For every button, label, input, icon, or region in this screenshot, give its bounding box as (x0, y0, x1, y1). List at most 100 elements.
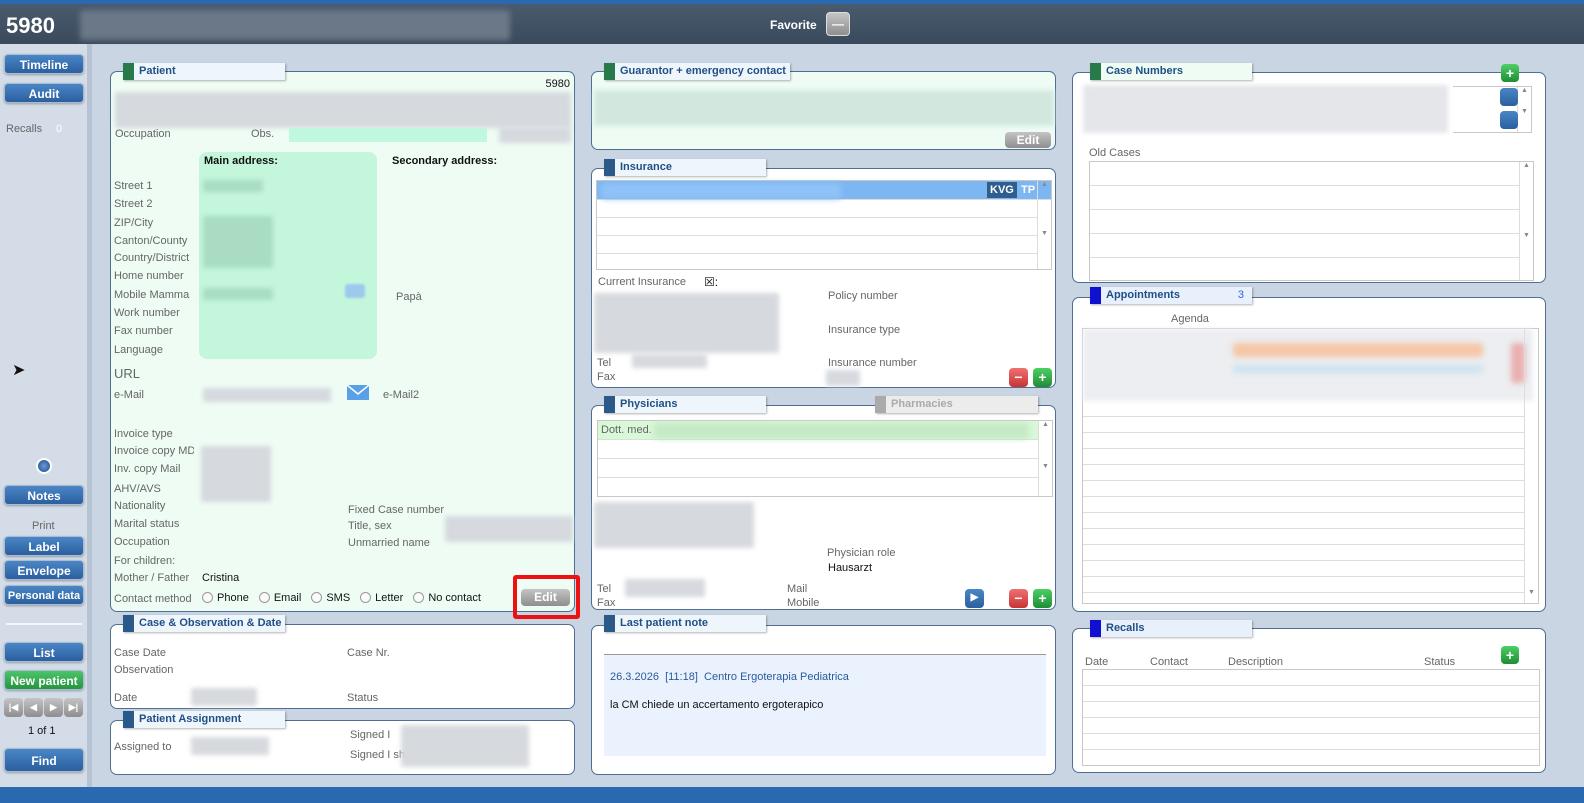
print-label: Print (32, 520, 55, 532)
unmarried-name-label: Unmarried name (348, 537, 430, 549)
recalls-list[interactable] (1082, 669, 1540, 766)
case-observation-panel: Case Date Observation Date Case Nr. Stat… (110, 624, 575, 709)
patient-edit-button[interactable]: Edit (521, 589, 570, 606)
find-button[interactable]: Find (4, 748, 84, 772)
add-physician-button[interactable]: + (1033, 589, 1052, 608)
field-label: Nationality (114, 500, 166, 512)
physicians-panel: Dott. med. ▲ ▼ Physician role Hausarzt Te… (591, 405, 1056, 610)
mail-envelope-icon[interactable] (347, 385, 369, 400)
contact-method-radios: Phone Email SMS Letter No contact (202, 592, 481, 604)
pharmacies-tab[interactable]: Pharmacies (875, 396, 1038, 413)
title-sex-blurred (445, 516, 573, 542)
audit-button[interactable]: Audit (4, 83, 84, 103)
occupation-label: Occupation (115, 128, 171, 140)
timeline-button[interactable]: Timeline (4, 54, 84, 74)
email-value-blurred (203, 388, 331, 402)
policy-number-label: Policy number (828, 290, 898, 302)
physician-role-label: Physician role (827, 547, 896, 559)
envelope-button[interactable]: Envelope (4, 560, 84, 580)
remove-insurance-button[interactable]: − (1009, 368, 1028, 387)
first-record-button[interactable]: |◀ (4, 698, 23, 717)
case-nr-label: Case Nr. (347, 647, 390, 659)
patient-panel-title: Patient (123, 63, 285, 80)
case-numbers-title: Case Numbers (1090, 63, 1252, 80)
case-numbers-panel: ▲ ▼ Old Cases ▲ ▼ (1072, 72, 1546, 283)
mother-father-label: Mother / Father (114, 572, 190, 584)
invoice-values-blurred (201, 446, 271, 502)
insurance-row-selected[interactable]: KVG TP (597, 181, 1051, 200)
prev-record-button[interactable]: ◀ (24, 698, 43, 717)
insurance-list[interactable]: KVG TP ▲ ▼ (596, 180, 1052, 270)
remove-physician-button[interactable]: − (1009, 589, 1028, 608)
appointments-panel: Agenda ▼ (1072, 297, 1546, 612)
field-label: Occupation (114, 536, 170, 548)
tel-label: Tel (597, 583, 612, 595)
notes-button[interactable]: Notes (4, 485, 84, 505)
add-case-button[interactable]: + (1501, 64, 1519, 82)
radio-no-contact[interactable]: No contact (413, 592, 481, 604)
column-date: Date (1085, 656, 1109, 668)
tel-blurred (632, 354, 707, 368)
old-cases-label: Old Cases (1089, 147, 1141, 159)
case-open-button[interactable] (1500, 111, 1518, 129)
assigned-to-label: Assigned to (114, 741, 172, 753)
main-address-box: Main address: (199, 152, 377, 359)
play-icon[interactable]: ▶ (965, 589, 984, 608)
obs-value-blurred (499, 127, 571, 143)
field-label: Invoice type (114, 428, 173, 440)
last-record-button[interactable]: ▶| (64, 698, 83, 717)
appointments-list[interactable]: ▼ (1082, 328, 1539, 604)
patient-assignment-title: Patient Assignment (123, 711, 285, 728)
field-label: Home number (114, 270, 184, 282)
radio-letter[interactable]: Letter (360, 592, 403, 604)
field-label: Fax number (114, 325, 173, 337)
case-open-button[interactable] (1500, 88, 1518, 106)
last-note-panel: 26.3.2026 [11:18] Centro Ergoterapia Ped… (591, 625, 1056, 775)
email2-label: e-Mail2 (383, 389, 420, 401)
guarantor-edit-button[interactable]: Edit (1005, 132, 1051, 148)
mother-father-value: Cristina (202, 572, 240, 584)
add-insurance-button[interactable]: + (1033, 368, 1052, 387)
scrollbar[interactable]: ▲ ▼ (1037, 181, 1051, 269)
patient-id-header: 5980 (6, 13, 55, 38)
insurance-number-label: Insurance number (828, 357, 917, 369)
appointments-title-text: Appointments (1106, 289, 1180, 301)
physicians-tab[interactable]: Physicians (604, 396, 766, 413)
physician-address-blurred (594, 502, 754, 548)
physician-row[interactable]: Dott. med. (598, 421, 1038, 440)
note-text: la CM chiede un accertamento ergoterapic… (610, 699, 824, 711)
new-patient-button[interactable]: New patient (4, 670, 84, 690)
status-indicator-icon[interactable] (36, 458, 52, 474)
guarantor-panel: Edit (591, 71, 1056, 150)
favorite-toggle[interactable]: — (826, 12, 850, 36)
case-rows-blurred (1083, 85, 1448, 133)
radio-sms[interactable]: SMS (311, 592, 350, 604)
contact-method-label: Contact method (114, 593, 192, 605)
scrollbar[interactable]: ▲ ▼ (1038, 421, 1052, 496)
record-navigator: |◀ ◀ ▶ ▶| (4, 698, 83, 717)
title-sex-label: Title, sex (348, 520, 392, 532)
current-insurance-checkbox[interactable]: ☒: (704, 275, 718, 289)
column-description: Description (1228, 656, 1284, 668)
field-label: Country/District (114, 252, 190, 264)
patient-assignment-panel: Assigned to Signed I Signed I sh (110, 720, 575, 775)
main-address-heading: Main address: (204, 155, 278, 167)
print-label-button[interactable]: Label (4, 536, 84, 556)
radio-email[interactable]: Email (258, 592, 301, 604)
note-box[interactable]: 26.3.2026 [11:18] Centro Ergoterapia Ped… (604, 654, 1046, 756)
appointments-count: 3 (1237, 289, 1244, 301)
appointments-title: Appointments 3 (1090, 287, 1252, 304)
next-record-button[interactable]: ▶ (44, 698, 63, 717)
personal-data-button[interactable]: Personal data (4, 585, 84, 605)
recalls-count: 0 (56, 123, 63, 135)
physicians-list[interactable]: Dott. med. ▲ ▼ (597, 420, 1053, 497)
obs-field[interactable] (289, 128, 487, 142)
old-cases-list[interactable]: ▲ ▼ (1089, 161, 1534, 281)
field-label: Invoice copy MD (114, 445, 194, 457)
tel-label: Tel (597, 357, 612, 369)
physician-role-value: Hausarzt (828, 562, 873, 574)
add-recall-button[interactable]: + (1501, 646, 1519, 664)
radio-phone[interactable]: Phone (202, 592, 249, 604)
case-number-list[interactable]: ▲ ▼ (1453, 86, 1532, 133)
list-button[interactable]: List (4, 642, 84, 662)
